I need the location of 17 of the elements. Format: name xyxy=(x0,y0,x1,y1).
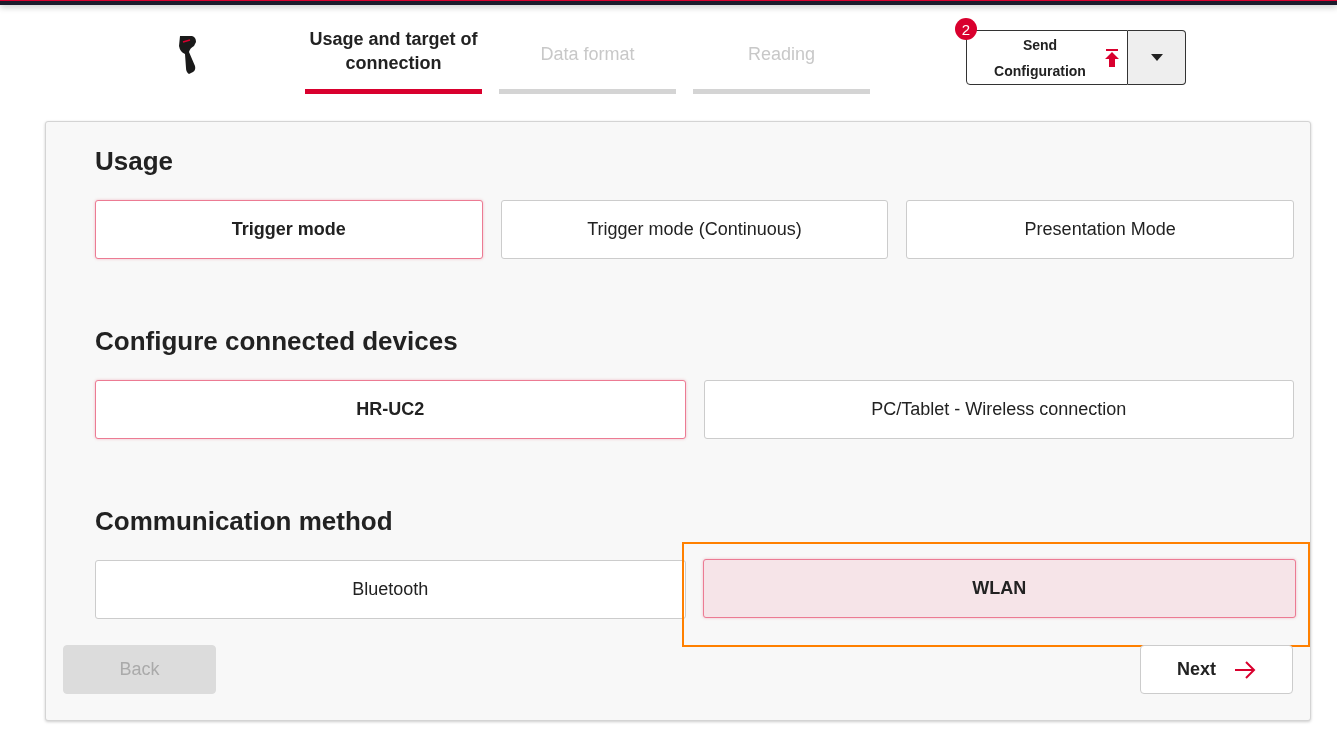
option-button[interactable]: Trigger mode xyxy=(95,200,483,259)
option-button[interactable]: PC/Tablet - Wireless connection xyxy=(703,380,1294,439)
upload-icon xyxy=(1104,48,1120,67)
step-tab[interactable]: Usage and target of connection xyxy=(305,27,482,94)
next-button[interactable]: Next xyxy=(1140,645,1293,694)
section-title: Configure connected devices xyxy=(95,325,459,358)
arrow-right-icon xyxy=(1234,660,1256,679)
option-button[interactable]: Presentation Mode xyxy=(906,200,1294,259)
option-button[interactable]: Bluetooth xyxy=(95,560,686,619)
section-title: Communication method xyxy=(95,505,394,538)
dropdown-button[interactable] xyxy=(1128,30,1186,85)
caret-icon xyxy=(1150,54,1163,61)
option-button[interactable]: Trigger mode (Continuous) xyxy=(500,200,889,259)
option-button[interactable]: WLAN xyxy=(702,559,1296,618)
section-title: Usage xyxy=(95,145,175,178)
option-button[interactable]: HR-UC2 xyxy=(95,380,686,439)
notification-badge: 2 xyxy=(955,18,977,40)
